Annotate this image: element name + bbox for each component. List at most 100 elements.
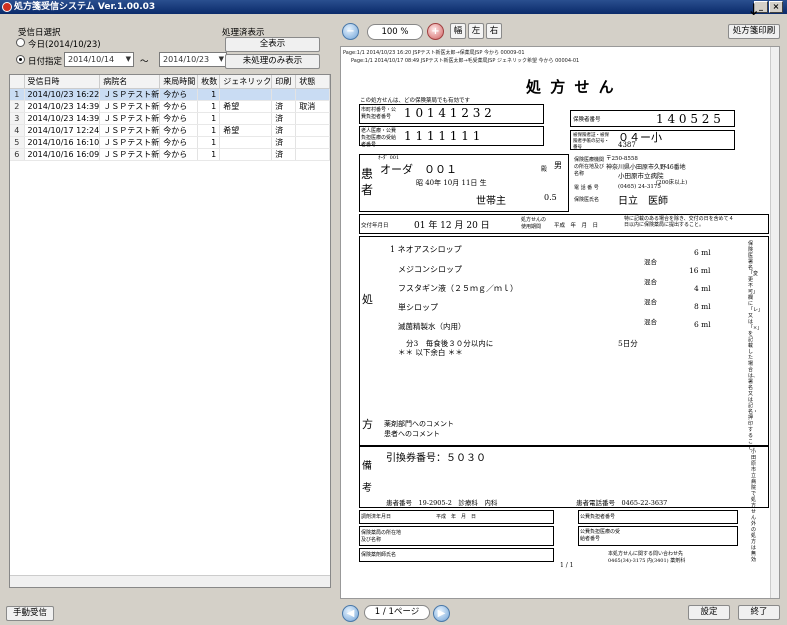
zoom-in-icon[interactable]: + [427,23,444,40]
rotate-left-button[interactable]: 左 [468,23,484,39]
cell-status [295,124,330,137]
rx-item: ＊＊ 以下余白 ＊＊ [398,348,463,357]
fit-width-button[interactable]: 幅 [450,23,466,39]
cell-count: 1 [197,112,221,125]
col-header-printed[interactable]: 印刷 [271,75,297,89]
reception-table: 受信日時 病院名 来局時間 枚数 ジェネリック 印刷 状態 1 2014/10/2… [9,74,331,588]
cell-datetime: 2014/10/16 16:09 [24,148,101,161]
col-header-status[interactable]: 状態 [295,75,330,89]
patient-phone: 患者電話番号 0465-22-3637 [576,499,668,507]
hospital-zip: 〒250-8558 [606,156,638,162]
prev-page-icon[interactable]: ◀ [342,605,359,622]
title-bar: 処方箋受信システム Ver.1.00.03 _ × [0,0,787,14]
rx-subtitle: この処方せんは、どの保険薬局でも有効です [360,98,471,104]
show-unprocessed-button[interactable]: 未処理のみ表示 [225,54,320,69]
rotate-right-button[interactable]: 右 [486,23,502,39]
doctor-label: 保険医氏名 [574,197,600,203]
row-index: 5 [10,136,25,149]
table-row[interactable]: 5 2014/10/16 16:10 ＪＳＰテスト新 今から 1 済 [10,136,330,149]
cell-generic [219,88,273,101]
row-index: 2 [10,100,25,113]
table-row[interactable]: 2 2014/10/23 14:39 ＪＳＰテスト新 今から 1 希望済取消 [10,100,330,113]
page-indicator: 1 / 1ページ [364,605,430,620]
cell-datetime: 2014/10/23 14:39 [24,112,101,125]
side-note: 保険医署名「変更不可」欄に「レ」又は「×」を記載した場合は、署名又は記名・押印す… [748,241,764,451]
cell-printed: 済 [271,124,297,137]
recipient-no-value: 1 1 1 1 1 1 1 [404,129,481,143]
pharmacist-label: 保険薬剤師氏名 [361,552,397,558]
cell-visit-time: 今から [159,100,199,113]
recipient-no-2-label: 公費負担医療の受給者番号 [580,529,621,542]
radio-today[interactable] [16,38,25,47]
table-row[interactable]: 6 2014/10/16 16:09 ＪＳＰテスト新 今から 1 済 [10,148,330,161]
cell-generic [219,148,273,161]
horizontal-scrollbar[interactable] [10,575,330,587]
zoom-level[interactable]: 100 % [367,24,423,40]
issued-date: 01 年 12 月 20 日 [414,221,490,231]
cell-hospital: ＪＳＰテスト新 [99,88,161,101]
cell-count: 1 [197,100,221,113]
cell-printed: 済 [271,136,297,149]
cell-datetime: 2014/10/16 16:10 [24,136,101,149]
patient-ratio: 0.5 [544,193,557,202]
cell-datetime: 2014/10/17 12:24 [24,124,101,137]
col-header-count[interactable]: 枚数 [197,75,221,89]
print-prescription-button[interactable]: 処方箋印刷 [728,24,780,39]
next-page-icon[interactable]: ▶ [433,605,450,622]
row-index: 6 [10,148,25,161]
mix-label: 混合 [644,278,657,286]
zoom-out-icon[interactable]: − [342,23,359,40]
cell-datetime: 2014/10/23 16:22 [24,88,101,101]
inquiry-tel: 0465(34)-3175 内(3401) 薬剤科 [608,558,686,564]
rx-item: 1 ネオアスシロップ [390,245,462,254]
valid-value: 平成 年 月 日 [554,223,599,229]
table-row[interactable]: 1 2014/10/23 16:22 ＪＳＰテスト新 今から 1 [10,88,330,101]
manual-receive-button[interactable]: 手動受信 [6,606,54,621]
show-all-button[interactable]: 全表示 [225,37,320,52]
viewer-pane: − 100 % + 幅 左 右 処方箋印刷 Page:1/1 2014/10/2… [340,18,787,623]
inquiry-label: 本処方せんに関する問い合わせ先 [608,551,684,557]
cell-printed: 済 [271,112,297,125]
comment-patient: 患者へのコメント [384,430,440,438]
exit-button[interactable]: 終了 [738,605,780,620]
close-button[interactable]: × [769,1,783,13]
cell-status [295,136,330,149]
settings-button[interactable]: 設定 [688,605,730,620]
date-section-label: 受信日選択 [18,28,61,38]
insurer-no-value: 1 4 0 5 2 5 [656,112,721,126]
cell-generic: 希望 [219,100,273,113]
pub-no-label: 市町村番号・公費負担者番号 [361,107,397,120]
col-header-visit-time[interactable]: 来局時間 [159,75,199,89]
date-to-select[interactable]: 2014/10/23 ▼ [159,52,227,67]
pane-splitter[interactable] [335,18,339,622]
prescription-page: 処 方 せ ん この処方せんは、どの保険薬局でも有効です 市町村番号・公費負担者… [356,76,769,596]
col-header-hospital[interactable]: 病院名 [99,75,161,89]
rx-amount: 8 ml [694,302,711,311]
dispensed-date-label: 調剤済年月日 [361,514,392,520]
patient-sama: 殿 [541,166,548,173]
viewer-bottom-bar: ◀ 1 / 1ページ ▶ 設定 終了 [340,601,787,623]
cell-status: 取消 [295,100,330,113]
cell-visit-time: 今から [159,88,199,101]
date-from-select[interactable]: 2014/10/14 ▼ [64,52,134,67]
document-view[interactable]: Page:1/1 2014/10/23 16:20 JSPテスト新医太郎→保薬局… [340,46,780,599]
table-row[interactable]: 4 2014/10/17 12:24 ＪＳＰテスト新 今から 1 希望済 [10,124,330,137]
patient-category: 世帯主 [476,196,506,207]
col-header-generic[interactable]: ジェネリック [219,75,273,89]
table-row[interactable]: 3 2014/10/23 14:39 ＪＳＰテスト新 今から 1 済 [10,112,330,125]
cell-hospital: ＪＳＰテスト新 [99,148,161,161]
mix-label: 混合 [644,318,657,326]
cell-status [295,88,330,101]
cell-datetime: 2014/10/23 14:39 [24,100,101,113]
vertical-scrollbar[interactable] [770,47,779,598]
coupon-number: 引換券番号：５０３０ [386,453,486,464]
rx-title: 処 方 せ ん [526,78,616,96]
radio-range[interactable] [16,55,25,64]
issued-label: 交付年月日 [361,223,389,229]
cell-count: 1 [197,88,221,101]
patient-number: 患者番号 19-2905-2 診療科 内科 [386,499,498,507]
cell-status [295,112,330,125]
col-header-datetime[interactable]: 受信日時 [24,75,101,89]
page-header-2: Page:1/1 2014/10/17 08:49 JSPテスト新医太郎→毛受薬… [351,58,580,64]
radio-today-label: 今日(2014/10/23) [28,40,101,50]
